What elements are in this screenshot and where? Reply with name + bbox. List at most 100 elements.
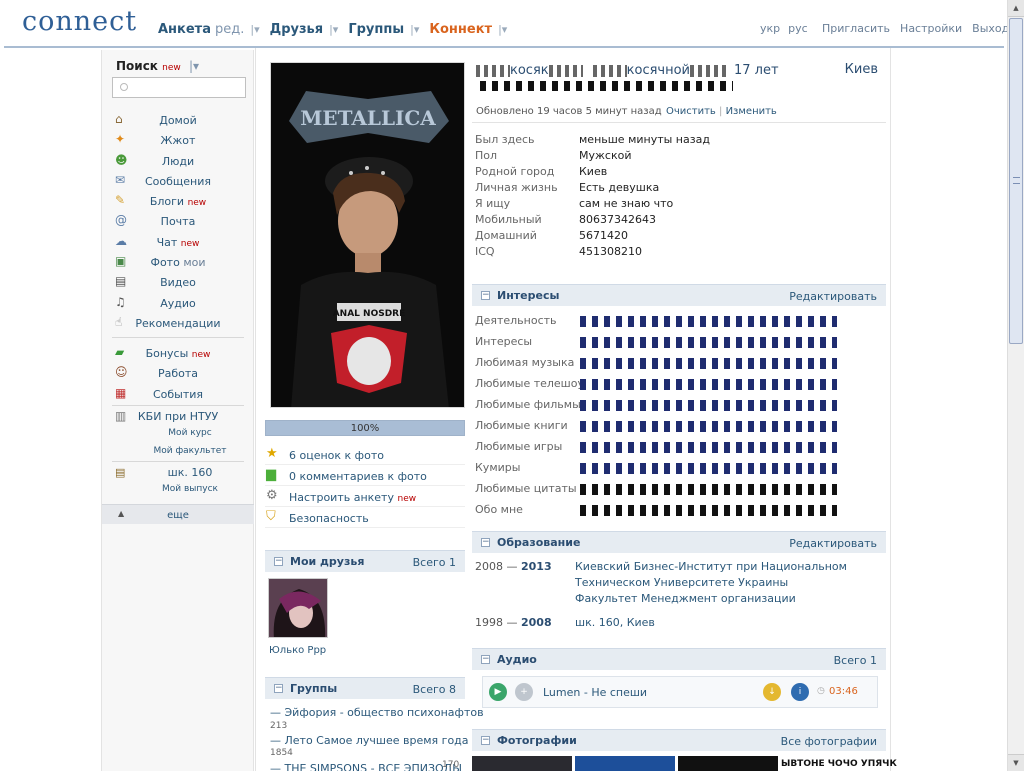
sidebar-item-work[interactable]: ☺ Работа xyxy=(102,363,254,383)
sidebar-item-zhzhot[interactable]: ✦ Жжот xyxy=(102,130,254,150)
my-faculty-link[interactable]: Мой факультет xyxy=(102,446,278,456)
censored-value xyxy=(580,379,837,390)
collapse-icon[interactable]: − xyxy=(274,684,283,693)
search-input[interactable] xyxy=(112,77,246,98)
grip-icon xyxy=(1013,177,1020,184)
nav-connect[interactable]: Коннект xyxy=(429,22,492,37)
comment-icon: ▆ xyxy=(266,467,276,482)
audio-track-title[interactable]: Lumen - Не спеши xyxy=(543,686,647,699)
clear-status-link[interactable]: Очистить xyxy=(666,106,716,117)
more-button[interactable]: ▲ еще xyxy=(102,504,254,524)
school-link[interactable]: шк. 160, Киев xyxy=(575,616,655,629)
nav-friends-dropdown[interactable]: |▾ xyxy=(329,23,338,36)
my-course-link[interactable]: Мой курс xyxy=(102,428,278,438)
sidebar-item-chat[interactable]: ☁ Чат new xyxy=(102,232,254,252)
search-label[interactable]: Поиск xyxy=(116,59,158,73)
education-edit-link[interactable]: Редактировать xyxy=(789,537,877,550)
scroll-down-arrow-icon[interactable]: ▼ xyxy=(1008,754,1024,771)
friend-name-link[interactable]: Юлько Ррр xyxy=(269,645,326,656)
faculty-link[interactable]: Факультет Менеджмент организации xyxy=(575,592,796,605)
interests-title[interactable]: Интересы xyxy=(497,289,559,302)
invite-link[interactable]: Пригласить xyxy=(822,22,890,35)
language-switch: укр рус xyxy=(760,22,808,35)
nav-groups[interactable]: Группы xyxy=(348,22,404,37)
sidebar-item-events[interactable]: ▦ События xyxy=(102,384,254,404)
nav-profile[interactable]: Анкета xyxy=(158,22,211,37)
search-dropdown[interactable]: |▾ xyxy=(189,59,199,73)
education-title[interactable]: Образование xyxy=(497,536,580,549)
vertical-scrollbar[interactable]: ▲ ▼ xyxy=(1007,0,1024,771)
lang-rus[interactable]: рус xyxy=(788,22,808,35)
sidebar-item-messages[interactable]: ✉ Сообщения xyxy=(102,171,254,191)
scroll-up-arrow-icon[interactable]: ▲ xyxy=(1008,0,1024,17)
photo-thumbnail[interactable] xyxy=(575,756,675,771)
nav-profile-edit[interactable]: ред. xyxy=(215,22,244,37)
sidebar-item-blogs[interactable]: ✎ Блоги new xyxy=(102,191,254,211)
interest-label: Любимые телешоу xyxy=(475,377,584,390)
group-link[interactable]: — Эйфория - общество психонафтов xyxy=(270,706,484,719)
groups-total[interactable]: Всего 8 xyxy=(413,683,456,696)
scrollbar-thumb[interactable] xyxy=(1009,18,1023,344)
band-logo-text: METALLICA xyxy=(300,106,436,130)
collapse-icon[interactable]: − xyxy=(481,736,490,745)
photo-thumbnail[interactable] xyxy=(472,756,572,771)
photo-thumbnail[interactable] xyxy=(678,756,778,771)
customize-profile-link[interactable]: ⚙ Настроить анкету new xyxy=(265,486,465,507)
collapse-icon[interactable]: − xyxy=(481,538,490,547)
sidebar-item-recommendations[interactable]: ☝ Рекомендации xyxy=(102,313,254,333)
edit-status-link[interactable]: Изменить xyxy=(726,106,777,117)
sidebar-item-university[interactable]: КБИ при НТУУ xyxy=(102,410,254,423)
security-link[interactable]: ⛉ Безопасность xyxy=(265,507,465,528)
sidebar-item-audio[interactable]: ♫ Аудио xyxy=(102,293,254,313)
groups-title[interactable]: Группы xyxy=(290,682,337,695)
left-sidebar: Поиск new |▾ ⌂ Домой ✦ Жжот ☻ Люди ✉ Сообщен… xyxy=(101,50,254,771)
sidebar-item-people[interactable]: ☻ Люди xyxy=(102,151,254,171)
collapse-icon[interactable]: − xyxy=(481,291,490,300)
sidebar-item-photo[interactable]: ▣ Фото мои xyxy=(102,252,254,272)
audio-total[interactable]: Всего 1 xyxy=(834,654,877,667)
group-link[interactable]: — Лето Самое лучшее время года xyxy=(270,734,469,747)
profile-photo[interactable]: METALLICA ANAL NOSDRE xyxy=(270,62,465,408)
profile-photo-image: METALLICA ANAL NOSDRE xyxy=(271,63,464,407)
nav-friends[interactable]: Друзья xyxy=(270,22,323,37)
sidebar-item-home[interactable]: ⌂ Домой xyxy=(102,110,254,130)
main-content: METALLICA ANAL NOSDRE 100% ★ 6 оценок к ф… xyxy=(255,48,897,771)
collapse-icon[interactable]: − xyxy=(274,557,283,566)
audio-title[interactable]: Аудио xyxy=(497,653,537,666)
info-icon[interactable]: i xyxy=(791,683,809,701)
play-icon[interactable]: ▶ xyxy=(489,683,507,701)
university-link[interactable]: Киевский Бизнес-Институт при Национально… xyxy=(575,560,847,573)
friend-avatar[interactable] xyxy=(268,578,328,638)
nav-groups-dropdown[interactable]: |▾ xyxy=(410,23,419,36)
clock-icon: ◷ xyxy=(817,686,825,696)
connect-logo[interactable]: connect xyxy=(22,6,137,37)
sidebar-item-video[interactable]: ▤ Видео xyxy=(102,272,254,292)
censored-value xyxy=(580,505,837,516)
censored-value xyxy=(580,484,837,495)
interests-edit-link[interactable]: Редактировать xyxy=(789,290,877,303)
all-photos-link[interactable]: Все фотографии xyxy=(781,735,877,748)
logout-link[interactable]: Выход xyxy=(972,22,1009,35)
photos-title[interactable]: Фотографии xyxy=(497,734,577,747)
friends-total[interactable]: Всего 1 xyxy=(413,556,456,569)
add-icon[interactable]: + xyxy=(515,683,533,701)
photo-thumbnail[interactable]: ЫВТОНЕ ЧОЧО УПЯЧК xyxy=(781,756,897,771)
my-graduation-link[interactable]: Мой выпуск xyxy=(102,484,278,494)
collapse-icon[interactable]: − xyxy=(481,655,490,664)
photo-comments-link[interactable]: ▆ 0 комментариев к фото xyxy=(265,465,465,486)
sidebar-item-bonuses[interactable]: ▰ Бонусы new xyxy=(102,343,254,363)
lang-ukr[interactable]: укр xyxy=(760,22,780,35)
nav-profile-dropdown[interactable]: |▾ xyxy=(250,23,259,36)
friends-title[interactable]: Мои друзья xyxy=(290,555,364,568)
sidebar-item-school[interactable]: шк. 160 xyxy=(102,466,278,479)
sidebar-item-mail[interactable]: @ Почта xyxy=(102,211,254,231)
top-header: connect Анкета ред. |▾ Друзья |▾ Группы … xyxy=(4,0,1009,48)
university-link[interactable]: Техническом Университете Украины xyxy=(575,576,788,589)
search-title[interactable]: Поиск new |▾ xyxy=(116,59,199,73)
settings-link[interactable]: Настройки xyxy=(900,22,962,35)
download-icon[interactable]: ↓ xyxy=(763,683,781,701)
group-link[interactable]: — THE SIMPSONS - ВСЕ ЭПИЗОДЫ xyxy=(270,762,462,771)
photo-ratings-link[interactable]: ★ 6 оценок к фото xyxy=(265,444,465,465)
censored-value xyxy=(580,421,837,432)
nav-connect-dropdown[interactable]: |▾ xyxy=(498,23,507,36)
